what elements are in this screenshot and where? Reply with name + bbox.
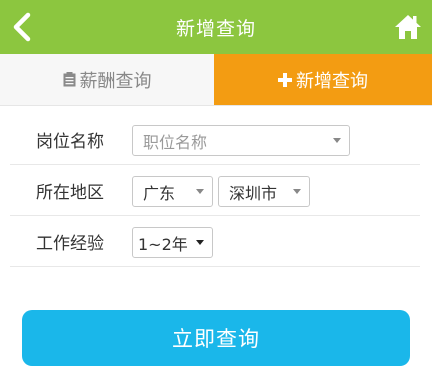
position-label: 岗位名称: [36, 131, 104, 152]
form-row-position: 岗位名称 职位名称: [10, 114, 420, 165]
tab-bar: 薪酬查询 新增查询: [0, 54, 432, 106]
experience-label: 工作经验: [36, 233, 104, 254]
province-select[interactable]: 广东: [132, 176, 213, 207]
plus-icon: [278, 72, 292, 87]
chevron-down-icon: [196, 240, 204, 245]
experience-select[interactable]: 1~2年: [132, 227, 213, 258]
chevron-down-icon: [293, 189, 301, 194]
form-row-region: 所在地区 广东 深圳市: [10, 165, 420, 216]
tab-label: 薪酬查询: [79, 70, 152, 92]
tab-salary-query[interactable]: 薪酬查询: [0, 54, 214, 105]
position-select[interactable]: 职位名称: [132, 125, 350, 156]
position-placeholder: 职位名称: [143, 132, 208, 152]
chevron-down-icon: [333, 138, 341, 143]
form-row-experience: 工作经验 1~2年: [10, 216, 420, 267]
app-header: 新增查询: [0, 0, 432, 54]
region-label: 所在地区: [36, 182, 104, 203]
home-icon[interactable]: [394, 13, 422, 41]
city-value: 深圳市: [229, 183, 278, 203]
province-value: 广东: [143, 183, 176, 203]
submit-query-button[interactable]: 立即查询: [22, 310, 410, 366]
clipboard-icon: [63, 72, 76, 87]
query-form: 岗位名称 职位名称 所在地区 广东 深圳市 工作经验 1~2年: [10, 114, 420, 267]
tab-new-query[interactable]: 新增查询: [214, 54, 432, 105]
page-title: 新增查询: [175, 17, 256, 40]
tab-label: 新增查询: [296, 70, 368, 92]
city-select[interactable]: 深圳市: [218, 176, 310, 207]
chevron-down-icon: [196, 189, 204, 194]
experience-value: 1~2年: [138, 234, 188, 254]
chevron-left-icon[interactable]: [10, 12, 34, 42]
